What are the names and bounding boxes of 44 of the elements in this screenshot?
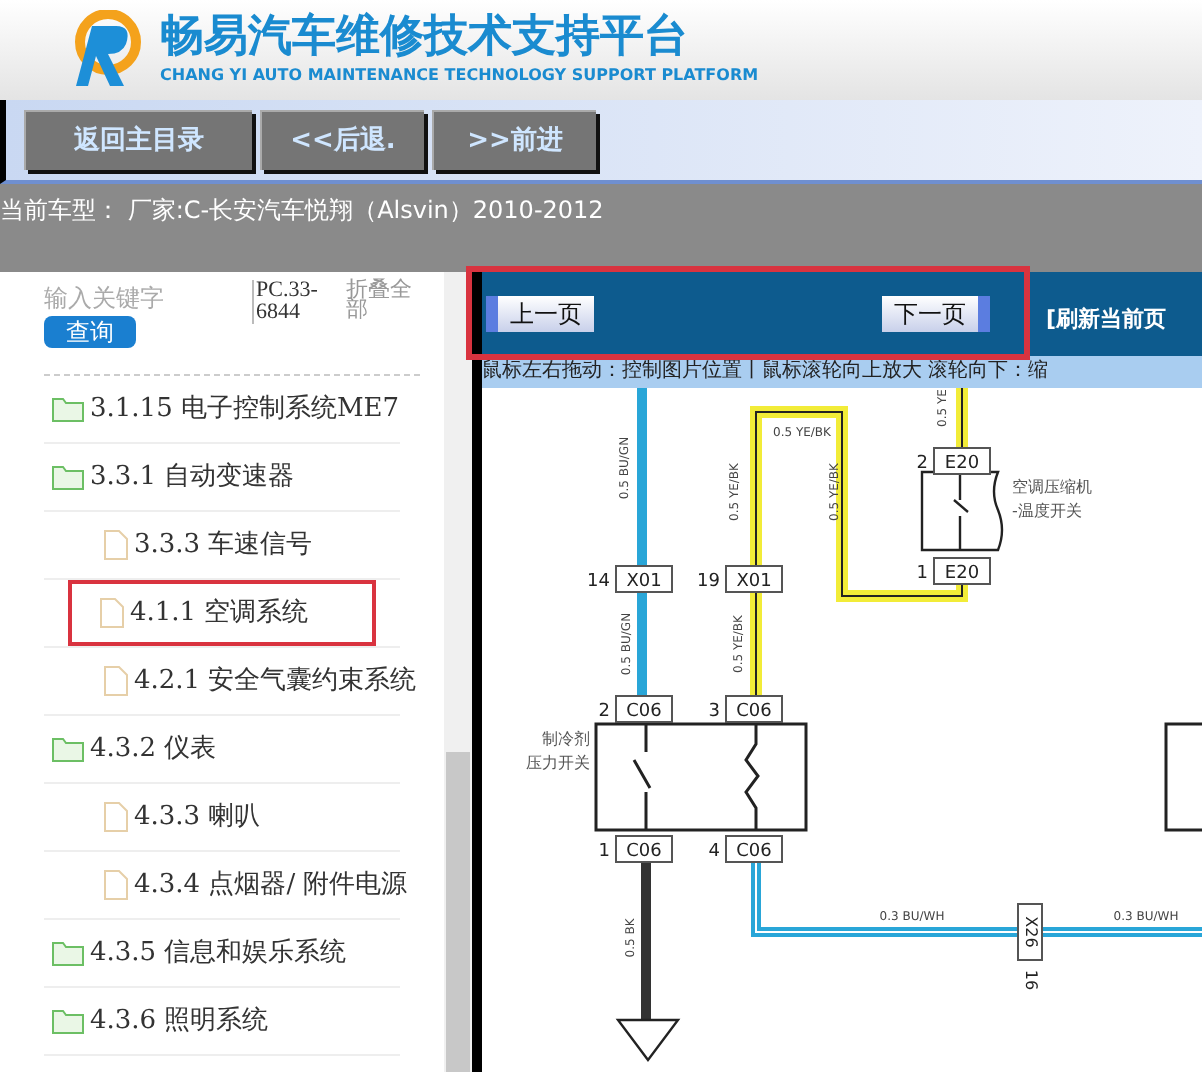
tree-item[interactable]: 4.1.1 空调系统 bbox=[68, 579, 377, 647]
tree-item-label: 4.2.1 安全气囊约束系统 bbox=[134, 663, 417, 700]
tree-item-label: 4.3.4 点烟器/ 附件电源 bbox=[134, 867, 408, 904]
search-field[interactable]: 输入关键字 bbox=[44, 280, 244, 316]
connector-label: 1 E20 bbox=[916, 557, 991, 585]
search-button[interactable]: 查询 bbox=[44, 316, 136, 348]
site-subtitle: CHANG YI AUTO MAINTENANCE TECHNOLOGY SUPPORT PLATFORM bbox=[160, 64, 759, 88]
tree-item-label: 3.3.1 自动变速器 bbox=[90, 459, 295, 496]
tree-item[interactable]: 4.3.2 仪表 bbox=[44, 715, 225, 783]
component-label: 制冷剂 压力开关 bbox=[526, 730, 590, 772]
current-model: 当前车型： 厂家:C-长安汽车悦翔（Alsvin）2010-2012 bbox=[0, 196, 604, 224]
tree-item[interactable]: 3.3.1 自动变速器 bbox=[44, 443, 303, 511]
hint-text: 鼠标左右拖动：控制图片位置丨鼠标滚轮向上放大 滚轮向下：缩 bbox=[482, 360, 1049, 384]
tree-item-label: 4.3.6 照明系统 bbox=[90, 1003, 269, 1040]
tree-item-label: 4.3.5 信息和娱乐系统 bbox=[90, 935, 347, 972]
connector-label: 14 X01 bbox=[587, 565, 673, 593]
connector-label: X26 16 bbox=[1017, 903, 1043, 991]
nav-button[interactable]: 返回主目录 bbox=[24, 110, 252, 170]
tree-item[interactable]: 4.3.5 信息和娱乐系统 bbox=[44, 919, 355, 987]
tree-item[interactable]: 3.1.15 电子控制系统ME7 bbox=[44, 375, 408, 443]
tree-item[interactable]: 4.3.3 喇叭 bbox=[96, 783, 269, 851]
next-page-button[interactable]: 下一页 bbox=[882, 296, 990, 332]
connector-label: 2 E20 bbox=[916, 447, 991, 475]
site-title: 畅易汽车维修技术支持平台 bbox=[160, 12, 690, 64]
nav-button[interactable]: <<后退. bbox=[260, 110, 424, 170]
tree-item-label: 4.1.1 空调系统 bbox=[130, 595, 309, 632]
tree-item-label: 3.1.15 电子控制系统ME7 bbox=[90, 391, 400, 428]
tree-item-label: 3.3.3 车速信号 bbox=[134, 527, 313, 564]
connector-label: 19 X01 bbox=[697, 565, 783, 593]
tree-item-label: 4.3.3 喇叭 bbox=[134, 799, 261, 836]
tree-item[interactable]: 4.3.4 点烟器/ 附件电源 bbox=[96, 851, 416, 919]
connector-label: 2 C06 bbox=[598, 695, 673, 723]
tree-item[interactable]: 4.3.6 照明系统 bbox=[44, 987, 277, 1055]
connector-label: 4 C06 bbox=[708, 835, 783, 863]
refresh-link[interactable]: [刷新当前页 bbox=[1046, 303, 1167, 337]
previous-page-button[interactable]: 上一页 bbox=[486, 296, 594, 332]
nav-button[interactable]: >>前进 bbox=[432, 110, 596, 170]
connector-label: 1 C06 bbox=[598, 835, 673, 863]
tree-item[interactable]: 3.3.3 车速信号 bbox=[96, 511, 321, 579]
tree-item[interactable]: 4.2.1 安全气囊约束系统 bbox=[96, 647, 425, 715]
tree-item-label: 4.3.2 仪表 bbox=[90, 731, 217, 768]
connector-label: 3 C06 bbox=[708, 695, 783, 723]
component-label: 空调压缩机 -温度开关 bbox=[1012, 478, 1092, 520]
code-text: PC.33-6844 bbox=[252, 280, 338, 324]
